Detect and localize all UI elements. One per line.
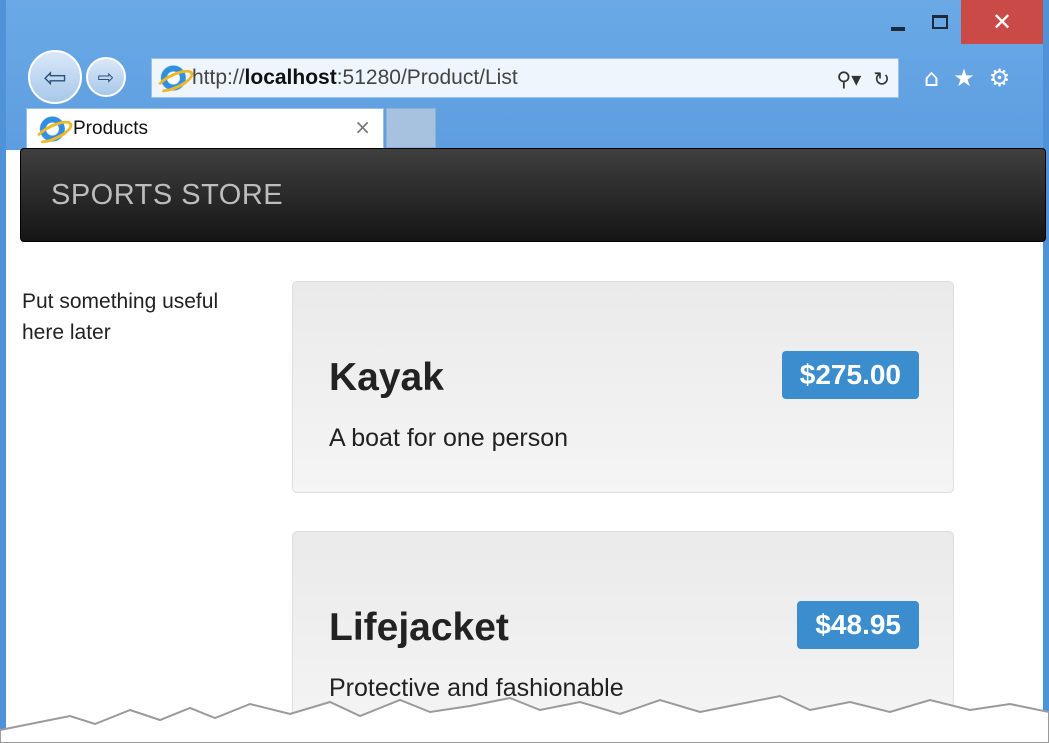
browser-chrome: ✕ ⇦ ⇨ http://localhost:51280/Product/Lis…: [0, 0, 1049, 150]
torn-paper-edge: [0, 694, 1049, 743]
maximize-button[interactable]: [919, 0, 961, 44]
url-rest: :51280/Product/List: [336, 66, 518, 89]
window-controls: ✕: [877, 0, 1043, 44]
address-bar[interactable]: http://localhost:51280/Product/List ⚲▾ ↻: [151, 58, 899, 98]
refresh-icon[interactable]: ↻: [873, 67, 890, 91]
back-arrow-icon: ⇦: [43, 60, 67, 94]
minimize-icon: [891, 27, 905, 31]
price-badge: $275.00: [781, 351, 919, 399]
toolbar-icons: ⌂ ★ ⚙: [924, 58, 1010, 98]
url-prefix: http://: [192, 66, 245, 89]
home-icon[interactable]: ⌂: [924, 64, 939, 92]
minimize-button[interactable]: [877, 0, 919, 44]
forward-arrow-icon: ⇨: [97, 65, 115, 89]
tab-ie-icon: [37, 114, 65, 143]
close-button[interactable]: ✕: [961, 0, 1043, 44]
star-icon[interactable]: ★: [953, 64, 975, 92]
price-badge: $48.95: [797, 601, 919, 649]
url-host: localhost: [244, 66, 337, 89]
product-card: Kayak $275.00 A boat for one person: [292, 281, 954, 493]
site-navbar: SPORTS STORE: [20, 148, 1046, 242]
forward-button[interactable]: ⇨: [86, 57, 126, 97]
sidebar-placeholder-text: Put something useful here later: [22, 290, 219, 344]
tab-title: Products: [73, 117, 148, 139]
tab-close-icon[interactable]: ×: [354, 115, 371, 139]
new-tab-button[interactable]: [386, 108, 436, 148]
back-button[interactable]: ⇦: [28, 50, 82, 104]
product-name: Kayak: [329, 356, 444, 399]
product-name: Lifejacket: [329, 606, 509, 649]
gear-icon[interactable]: ⚙: [989, 64, 1011, 92]
navigation-buttons: ⇦ ⇨: [28, 46, 126, 108]
close-icon: ✕: [991, 8, 1013, 36]
address-url[interactable]: http://localhost:51280/Product/List: [192, 66, 518, 90]
address-tools: ⚲▾ ↻: [837, 59, 890, 99]
brand-link[interactable]: SPORTS STORE: [51, 179, 283, 212]
product-description: A boat for one person: [329, 424, 569, 452]
maximize-icon: [932, 15, 948, 29]
ie-icon: [158, 64, 186, 92]
search-icon[interactable]: ⚲▾: [837, 67, 862, 91]
tab-products[interactable]: Products ×: [26, 108, 384, 148]
